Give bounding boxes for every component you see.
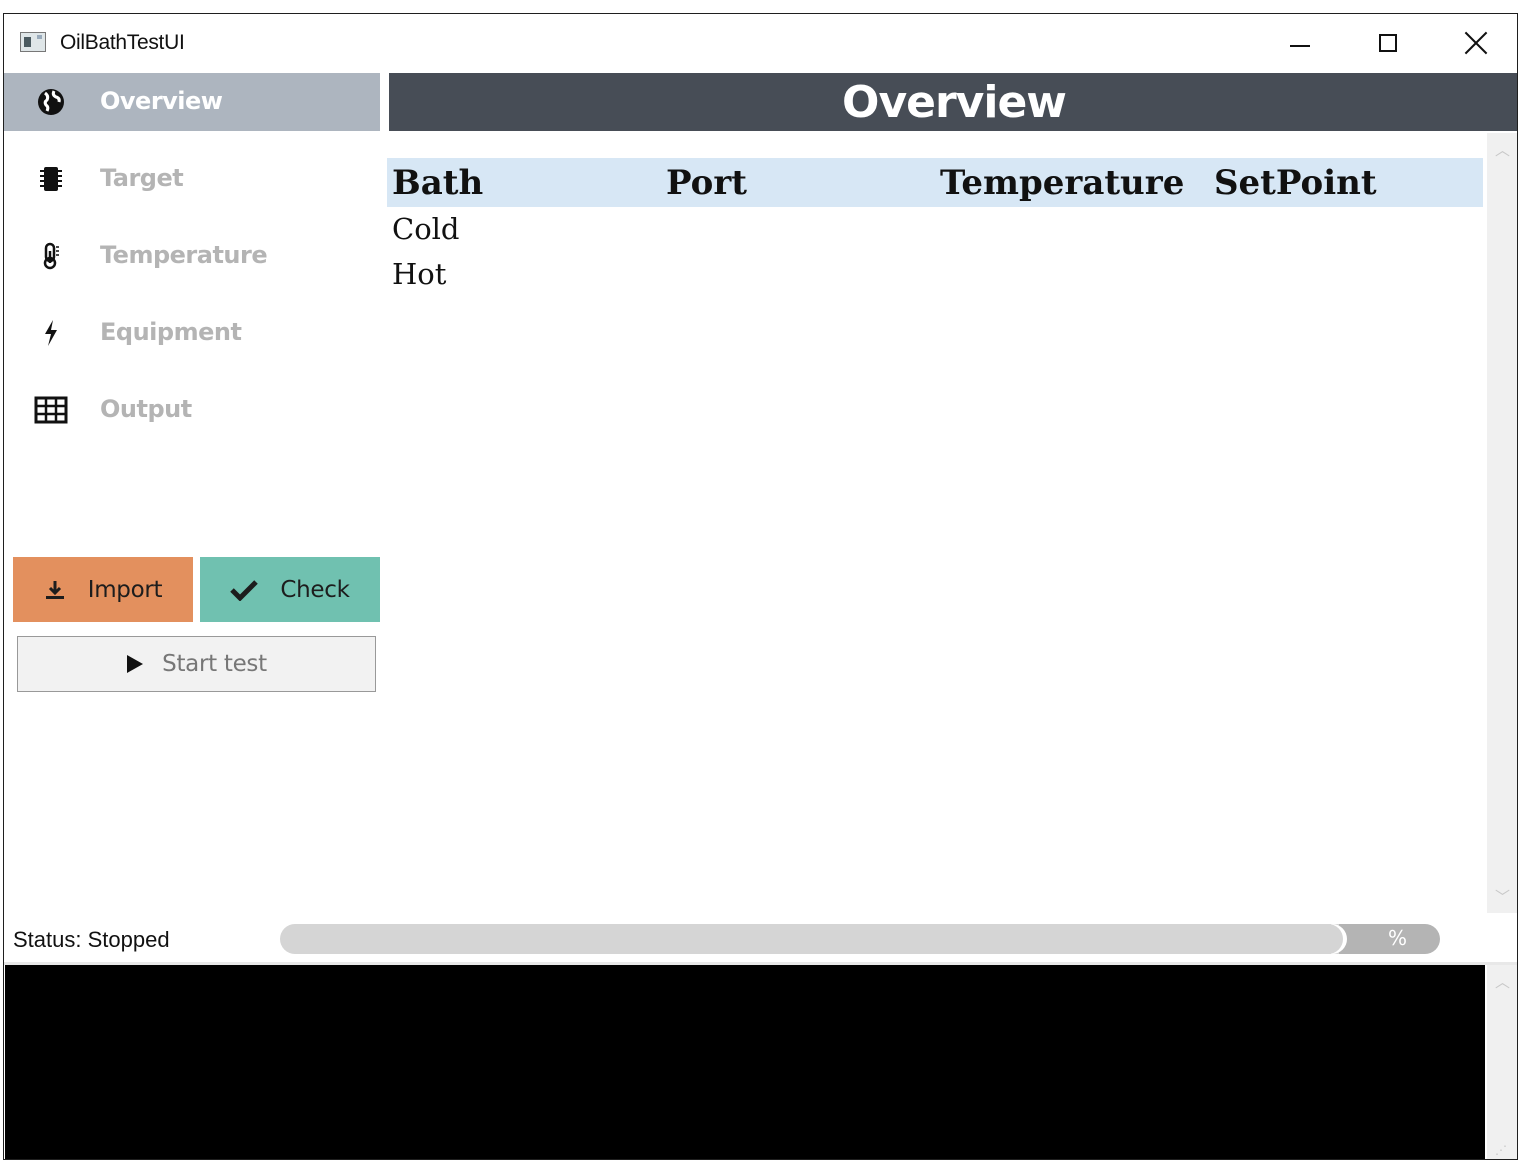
page-header: Overview [389,73,1517,131]
sidebar-item-output[interactable]: Output [4,381,380,439]
cell-bath: Hot [392,257,447,291]
grid-table-icon [34,395,68,425]
table-row[interactable]: Cold [387,207,1483,252]
chip-icon [34,164,68,194]
cell-port [661,207,935,252]
table-header: Bath Port Temperature SetPoint [387,158,1483,207]
title-bar[interactable]: OilBathTestUI [4,14,1517,72]
sidebar-item-overview[interactable]: Overview [4,73,380,131]
app-window: OilBathTestUI Overview Target Temperatur… [3,13,1518,1160]
sidebar-item-target[interactable]: Target [4,150,380,208]
sidebar-item-label: Output [100,395,192,423]
scroll-up-icon[interactable]: ︿ [1495,971,1510,992]
cell-temperature [935,207,1209,252]
minimize-icon [1290,45,1310,47]
minimize-button[interactable] [1256,14,1344,72]
progress-label: % [1388,926,1408,950]
sidebar-item-label: Target [100,164,184,192]
sidebar-item-label: Temperature [100,241,268,269]
close-icon [1464,31,1488,55]
check-label: Check [280,576,350,603]
checkmark-icon [230,579,259,601]
cell-port [661,252,935,297]
scroll-up-icon[interactable]: ︿ [1495,139,1510,160]
overview-table: Bath Port Temperature SetPoint Cold Hot [387,158,1483,297]
console-output[interactable] [5,965,1485,1159]
window-title: OilBathTestUI [60,31,185,54]
column-header-temperature[interactable]: Temperature [935,158,1209,207]
column-header-setpoint[interactable]: SetPoint [1209,158,1483,207]
status-text: Status: Stopped [13,927,170,952]
sidebar-item-label: Overview [100,87,223,115]
cell-temperature [935,252,1209,297]
globe-icon [34,87,68,117]
download-icon [44,579,66,601]
sidebar-item-temperature[interactable]: Temperature [4,227,380,285]
cell-bath: Cold [392,212,460,246]
maximize-button[interactable] [1344,14,1432,72]
close-button[interactable] [1432,14,1517,72]
resize-grip-icon[interactable]: ⋰ [1495,1143,1507,1157]
progress-bar: % [280,924,1440,954]
app-icon [20,32,46,52]
column-header-bath[interactable]: Bath [387,158,661,207]
column-header-port[interactable]: Port [661,158,935,207]
start-test-button[interactable]: Start test [17,636,376,692]
thermometer-icon [34,241,68,271]
table-row[interactable]: Hot [387,252,1483,297]
play-icon [126,654,144,674]
page-title: Overview [842,77,1067,128]
bolt-icon [34,318,68,348]
import-button[interactable]: Import [13,557,193,622]
console-scrollbar[interactable]: ︿ ⋰ [1487,965,1517,1159]
maximize-icon [1379,34,1397,52]
start-test-label: Start test [162,651,267,677]
sidebar-item-equipment[interactable]: Equipment [4,304,380,362]
import-label: Import [87,576,163,603]
sidebar-item-label: Equipment [100,318,242,346]
content-scrollbar[interactable]: ︿ ﹀ [1487,133,1517,913]
cell-setpoint [1209,207,1483,252]
check-button[interactable]: Check [200,557,380,622]
cell-setpoint [1209,252,1483,297]
scroll-down-icon[interactable]: ﹀ [1495,886,1510,907]
